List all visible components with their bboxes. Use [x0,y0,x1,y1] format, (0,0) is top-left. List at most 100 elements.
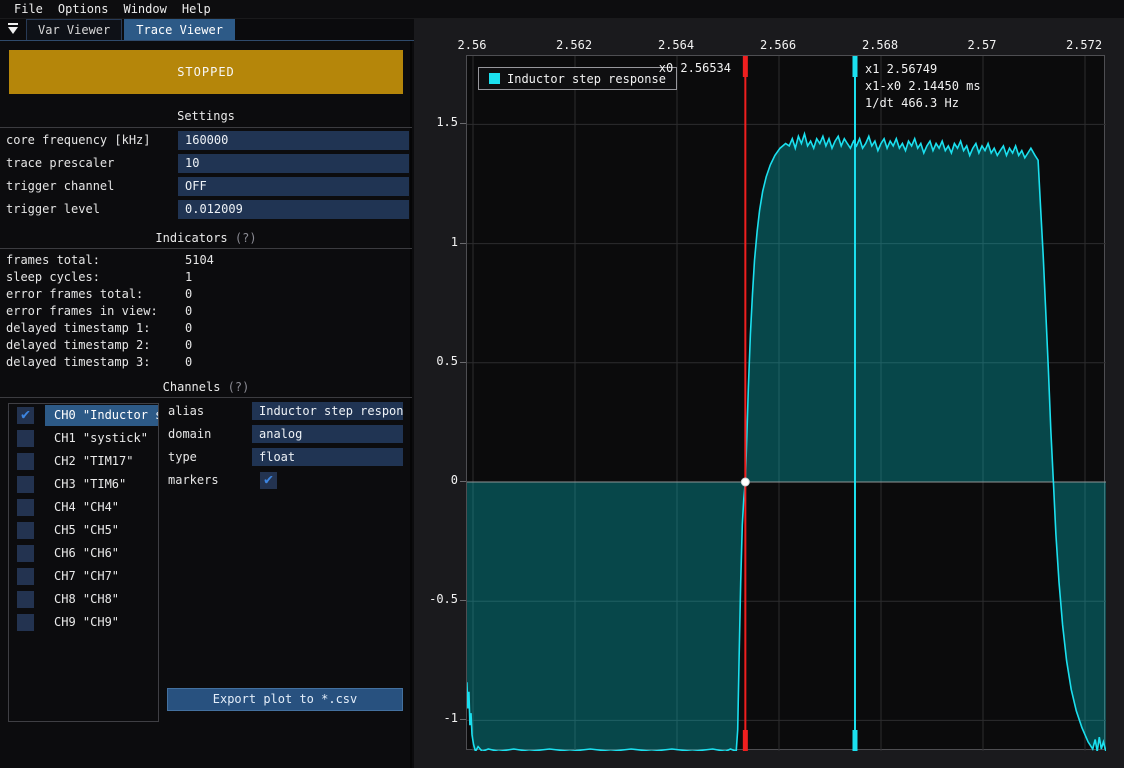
channel-checkbox[interactable] [17,545,34,562]
marker-freq-value: 1/dt 466.3 Hz [865,95,981,112]
channel-detail-row: aliasInductor step respons [168,402,404,425]
y-axis-tick-label: 0.5 [416,354,458,368]
setting-row: trace prescaler10 [0,153,412,176]
indicator-label: error frames in view: [6,303,158,320]
channel-label: CH0 "Inductor st [45,405,158,426]
y-axis-tick-label: 1 [416,235,458,249]
marker-delta-value: x1-x0 2.14450 ms [865,78,981,95]
setting-row: core frequency [kHz] 160000 [0,130,412,153]
markers-checkbox[interactable] [260,472,277,489]
channel-row[interactable]: CH4 "CH4" [9,496,158,519]
detail-field-domain[interactable]: analog [252,425,403,443]
channel-row[interactable]: CH8 "CH8" [9,588,158,611]
tab-trace-viewer[interactable]: Trace Viewer [124,19,235,40]
app-window: File Options Window Help Var ViewerTrace Vi… [0,0,1124,768]
channels-section-title: Channels (?) [0,380,412,394]
channel-checkbox[interactable] [17,476,34,493]
channels-title-text: Channels [163,380,221,394]
marker-x0-label: x0 2.56534 [659,61,731,75]
indicator-row: delayed timestamp 2:0 [0,337,412,354]
channel-label: CH1 "systick" [45,428,158,449]
channel-label: CH5 "CH5" [45,520,158,541]
channels-help-icon[interactable]: (?) [228,380,250,394]
indicator-row: frames total:5104 [0,252,412,269]
channel-row[interactable]: CH0 "Inductor st [9,404,158,427]
indicator-row: error frames in view: 0 [0,303,412,320]
detail-field-type[interactable]: float [252,448,403,466]
channel-row[interactable]: CH7 "CH7" [9,565,158,588]
setting-label: trigger level [6,202,100,216]
export-csv-button[interactable]: Export plot to *.csv [167,688,403,711]
indicator-value: 0 [185,354,192,371]
indicator-row: sleep cycles: 1 [0,269,412,286]
control-sidebar: STOPPED Settings core frequency [kHz] 160… [0,41,412,768]
y-axis-tick-label: 1.5 [416,115,458,129]
x-axis-tick-label: 2.562 [544,38,604,52]
channel-row[interactable]: CH5 "CH5" [9,519,158,542]
setting-field[interactable]: 0.012009 [178,200,409,219]
settings-rows: core frequency [kHz] 160000 trace prescale… [0,130,412,222]
menu-item-options[interactable]: Options [58,2,109,16]
channel-checkbox[interactable] [17,591,34,608]
indicators-help-icon[interactable]: (?) [235,231,257,245]
indicator-label: sleep cycles: [6,269,100,286]
channel-label: CH4 "CH4" [45,497,158,518]
x-axis-tick-label: 2.566 [748,38,808,52]
channel-checkbox[interactable] [17,568,34,585]
legend-label: Inductor step response [507,72,666,86]
channel-row[interactable]: CH6 "CH6" [9,542,158,565]
setting-field[interactable]: 10 [178,154,409,173]
detail-field-alias[interactable]: Inductor step respons [252,402,403,420]
channel-checkbox[interactable] [17,499,34,516]
divider [0,248,412,249]
indicator-value: 0 [185,320,192,337]
tab-list-dropdown-icon[interactable] [6,22,21,36]
marker-x1-value: x1 2.56749 [865,61,981,78]
setting-label: trigger channel [6,179,114,193]
plot-legend: Inductor step response [478,67,677,90]
channel-row[interactable]: CH3 "TIM6" [9,473,158,496]
setting-label: core frequency [kHz] [6,133,151,147]
menu-item-help[interactable]: Help [182,2,211,16]
settings-section-title: Settings [0,109,412,123]
menu-item-window[interactable]: Window [123,2,166,16]
settings-title-text: Settings [177,109,235,123]
plot-area[interactable]: Inductor step response x0 2.56534 x1 2.5… [466,55,1105,750]
divider [0,397,412,398]
setting-field[interactable]: 160000 [178,131,409,150]
tab-var-viewer[interactable]: Var Viewer [26,19,122,40]
channel-row[interactable]: CH1 "systick" [9,427,158,450]
x-axis-tick-label: 2.568 [850,38,910,52]
dropdown-triangle [8,27,18,34]
channel-label: CH7 "CH7" [45,566,158,587]
indicator-value: 1 [185,269,192,286]
channel-checkbox[interactable] [17,453,34,470]
channel-list: CH0 "Inductor stCH1 "systick"CH2 "TIM17"… [8,403,159,722]
channel-checkbox[interactable] [17,522,34,539]
indicator-row: delayed timestamp 1:0 [0,320,412,337]
acquisition-status-button[interactable]: STOPPED [9,50,403,94]
detail-label-domain: domain [168,427,211,441]
marker-x1-labels: x1 2.56749 x1-x0 2.14450 ms 1/dt 466.3 H… [865,61,981,112]
channel-row[interactable]: CH2 "TIM17" [9,450,158,473]
indicator-rows: frames total:5104sleep cycles:1error fra… [0,252,412,371]
channel-checkbox[interactable] [17,614,34,631]
menu-item-file[interactable]: File [14,2,43,16]
indicators-title-text: Indicators [155,231,227,245]
channel-row[interactable]: CH9 "CH9" [9,611,158,634]
indicator-value: 0 [185,303,192,320]
indicator-label: frames total: [6,252,100,269]
setting-row: trigger level 0.012009 [0,199,412,222]
channel-checkbox[interactable] [17,407,34,424]
setting-row: trigger channel OFF [0,176,412,199]
setting-field[interactable]: OFF [178,177,409,196]
channel-label: CH9 "CH9" [45,612,158,633]
indicator-row: error frames total: 0 [0,286,412,303]
indicator-label: error frames total: [6,286,143,303]
detail-label-type: type [168,450,197,464]
indicator-label: delayed timestamp 3: [6,354,151,371]
channel-checkbox[interactable] [17,430,34,447]
y-axis-tick-label: -0.5 [416,592,458,606]
channel-detail-panel: aliasInductor step respons domain analog ty… [168,402,404,494]
indicator-value: 0 [185,286,192,303]
